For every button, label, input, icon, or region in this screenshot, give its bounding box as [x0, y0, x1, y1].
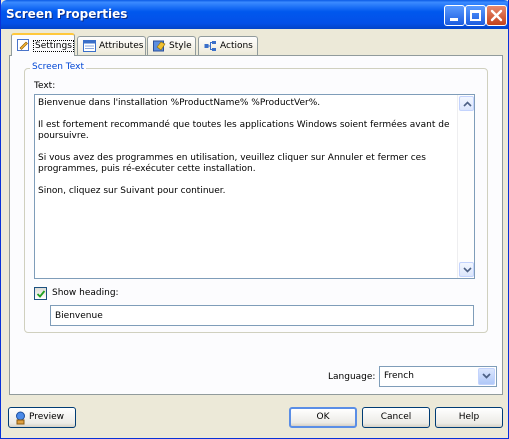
text-paragraph: Si vous avez des programmes en utilisati… [38, 153, 426, 174]
text-label: Text: [34, 81, 56, 91]
vertical-scrollbar[interactable] [457, 95, 474, 278]
tab-style-label: Style [169, 41, 192, 51]
text-paragraph: Il est fortement recommandé que toutes l… [38, 120, 450, 141]
checkmark-icon [36, 290, 46, 298]
edit-icon [17, 39, 29, 51]
tab-attributes[interactable]: Attributes [77, 36, 146, 55]
close-icon [490, 9, 503, 22]
minimize-button[interactable] [444, 5, 465, 26]
title-bar[interactable]: Screen Properties [1, 0, 508, 29]
window-title: Screen Properties [6, 7, 128, 21]
screen-text-textarea[interactable]: Bienvenue dans l'installation %ProductNa… [34, 94, 475, 279]
actions-icon [204, 41, 216, 51]
preview-button-label: Preview [29, 412, 65, 422]
screen-properties-dialog: Screen Properties Settings Attributes St… [0, 0, 509, 439]
screen-text-group-label: Screen Text [30, 62, 87, 72]
preview-icon [16, 411, 25, 425]
scroll-down-button[interactable] [459, 262, 474, 277]
language-select[interactable]: French [379, 366, 497, 387]
tab-actions-label: Actions [220, 41, 253, 51]
minimize-icon [450, 18, 458, 21]
tab-settings-label: Settings [33, 40, 74, 52]
tab-actions[interactable]: Actions [198, 36, 258, 55]
ok-button[interactable]: OK [289, 407, 357, 428]
heading-input[interactable] [50, 305, 474, 326]
show-heading-label[interactable]: Show heading: [52, 288, 119, 298]
settings-panel: Screen Text Text: Bienvenue dans l'insta… [9, 55, 503, 395]
language-selected-value: French [384, 371, 414, 381]
scroll-up-button[interactable] [459, 96, 474, 111]
attributes-icon [83, 40, 96, 52]
language-dropdown-button[interactable] [478, 368, 495, 385]
text-paragraph: Bienvenue dans l'installation %ProductNa… [38, 98, 321, 108]
help-button-label: Help [458, 412, 480, 422]
ok-button-label: OK [316, 412, 330, 422]
style-icon [153, 40, 166, 52]
maximize-icon [470, 10, 481, 21]
cancel-button[interactable]: Cancel [362, 407, 430, 428]
show-heading-checkbox[interactable] [34, 287, 47, 300]
preview-button[interactable]: Preview [8, 407, 76, 428]
close-button[interactable] [486, 5, 507, 26]
tab-settings[interactable]: Settings [11, 33, 75, 56]
cancel-button-label: Cancel [380, 412, 412, 422]
chevron-down-icon [463, 267, 472, 273]
chevron-up-icon [463, 101, 472, 107]
tab-attributes-label: Attributes [99, 41, 144, 51]
tab-style[interactable]: Style [147, 36, 196, 55]
chevron-down-icon [482, 373, 491, 379]
language-label: Language: [328, 372, 376, 382]
text-paragraph: Sinon, cliquez sur Suivant pour continue… [38, 186, 226, 196]
help-button[interactable]: Help [435, 407, 503, 428]
screen-text-content[interactable]: Bienvenue dans l'installation %ProductNa… [37, 97, 454, 276]
maximize-button[interactable] [465, 5, 486, 26]
